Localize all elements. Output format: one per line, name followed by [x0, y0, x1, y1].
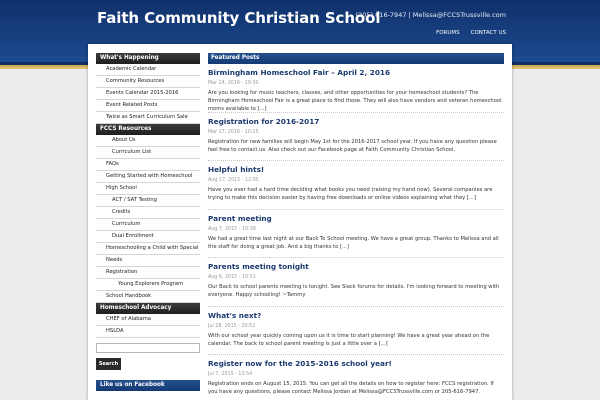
post-date: Jul 7, 2015 - 13:54	[208, 372, 253, 377]
post-excerpt: Registration ends on August 15, 2015. Yo…	[208, 381, 494, 395]
sidebar-link[interactable]: Registration	[96, 267, 200, 279]
sidebar-link[interactable]: ACT / SAT Testing	[96, 195, 200, 207]
post-date: Aug 7, 2015 - 10:39	[208, 226, 256, 232]
search-input[interactable]	[96, 343, 200, 353]
post-excerpt: With our school year quickly coming upon…	[208, 332, 490, 347]
contact-info: (205) 616-7947 | Melissa@FCCSTrussville.…	[355, 11, 506, 19]
post-item: Registration for 2016-2017 Mar 17, 2016 -…	[208, 113, 504, 161]
post-excerpt: We had a great time last night at our Ba…	[208, 235, 499, 250]
post-date: Mar 17, 2016 - 10:15	[208, 129, 259, 135]
post-item: Helpful hints! Aug 17, 2015 - 12:05 Have y…	[208, 161, 504, 210]
sidebar-link[interactable]: Twice as Smart Curriculum Sale	[96, 112, 200, 124]
sidebar-link[interactable]: Community Resources	[96, 76, 200, 88]
post-item: Parents meeting tonight Aug 6, 2015 - 10:…	[208, 258, 504, 307]
sidebar-link[interactable]: About Us	[96, 135, 200, 147]
post-title-link[interactable]: Register now for the 2015-2016 school ye…	[208, 359, 504, 368]
sidebar-link[interactable]: Homeschooling a Child with Special	[96, 243, 200, 255]
main-content: Featured Posts Birmingham Homeschool Fai…	[208, 53, 504, 400]
post-item: What's next? Jul 28, 2015 - 20:52 With our…	[208, 307, 504, 355]
post-excerpt: Registration for new families will begin…	[208, 138, 497, 153]
nav-contact-link[interactable]: CONTACT US	[471, 30, 506, 36]
site-title[interactable]: Faith Community Christian School	[97, 9, 380, 27]
sidebar-link[interactable]: Curriculum	[96, 219, 200, 231]
post-excerpt: Have you ever had a hard time deciding w…	[208, 187, 493, 201]
sidebar-section-title: What's Happening	[96, 53, 200, 64]
sidebar-link[interactable]: Curriculum List	[96, 147, 200, 159]
sidebar-link[interactable]: Academic Calendar	[96, 64, 200, 76]
facebook-widget-title: Like us on Facebook	[96, 380, 200, 391]
sidebar-section-title: FCCS Resources	[96, 124, 200, 135]
post-title-link[interactable]: Birmingham Homeschool Fair – April 2, 20…	[208, 68, 504, 77]
post-title-link[interactable]: What's next?	[208, 311, 504, 320]
sidebar-link[interactable]: FAQs	[96, 159, 200, 171]
nav-forums-link[interactable]: FORUMS	[436, 30, 460, 36]
sidebar-link[interactable]: HSLDA	[96, 326, 200, 338]
top-nav: FORUMS CONTACT US	[436, 30, 506, 36]
sidebar-link[interactable]: Needs	[96, 255, 200, 267]
sidebar-link[interactable]: High School	[96, 183, 200, 195]
sidebar-link[interactable]: CHEF of Alabama	[96, 314, 200, 326]
post-title-link[interactable]: Helpful hints!	[208, 165, 504, 174]
sidebar-link[interactable]: Events Calendar 2015-2016	[96, 88, 200, 100]
post-title-link[interactable]: Registration for 2016-2017	[208, 117, 504, 126]
content-container: What's Happening Academic Calendar Communi…	[88, 44, 512, 400]
post-date: Aug 17, 2015 - 12:05	[208, 178, 259, 183]
post-list: Birmingham Homeschool Fair – April 2, 20…	[208, 64, 504, 400]
post-title-link[interactable]: Parents meeting tonight	[208, 262, 504, 271]
post-date: Aug 6, 2015 - 10:51	[208, 275, 256, 280]
post-item: Register now for the 2015-2016 school ye…	[208, 355, 504, 400]
post-excerpt: Are you looking for music teachers, clas…	[208, 90, 502, 112]
sidebar-link[interactable]: Getting Started with Homeschool	[96, 171, 200, 183]
post-date: Jul 28, 2015 - 20:52	[208, 323, 256, 329]
sidebar-link[interactable]: Dual Enrollment	[96, 231, 200, 243]
sidebar-link[interactable]: Credits	[96, 207, 200, 219]
post-item: Birmingham Homeschool Fair – April 2, 20…	[208, 64, 504, 113]
sidebar-section-title: Homeschool Advocacy	[96, 303, 200, 314]
sidebar: What's Happening Academic Calendar Communi…	[96, 53, 200, 338]
featured-posts-header: Featured Posts	[208, 53, 504, 64]
post-item: Parent meeting Aug 7, 2015 - 10:39 We had …	[208, 210, 504, 258]
sidebar-link[interactable]: Event Related Posts	[96, 100, 200, 112]
sidebar-link[interactable]: Young Explorers Program	[96, 279, 200, 291]
search-button[interactable]: Search	[96, 358, 121, 370]
post-date: Mar 24, 2016 - 19:30	[208, 81, 259, 86]
sidebar-link[interactable]: School Handbook	[96, 291, 200, 303]
post-title-link[interactable]: Parent meeting	[208, 214, 504, 223]
post-excerpt: Our Back to school parents meeting is to…	[208, 284, 500, 298]
